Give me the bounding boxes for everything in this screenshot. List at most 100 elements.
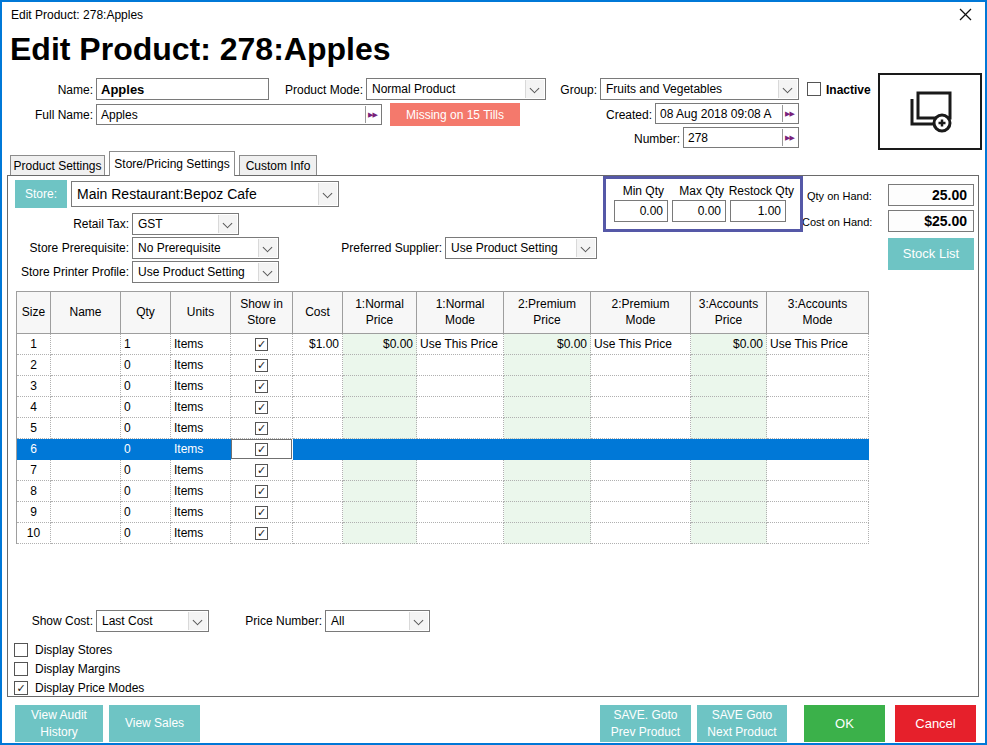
product-image-button[interactable] [878, 73, 982, 150]
grid-cell[interactable]: 9 [17, 502, 51, 523]
table-row[interactable]: 11Items✓$1.00$0.00Use This Price$0.00Use… [17, 334, 869, 355]
min-qty-input[interactable]: 0.00 [614, 200, 668, 222]
display-stores-checkbox[interactable] [14, 643, 28, 657]
grid-cell[interactable] [293, 502, 343, 523]
grid-cell[interactable]: 3 [17, 376, 51, 397]
grid-cell[interactable] [417, 397, 504, 418]
display-price-modes-checkbox[interactable]: ✓ [14, 681, 28, 695]
grid-cell[interactable]: 8 [17, 481, 51, 502]
grid-cell[interactable]: 1 [121, 334, 171, 355]
grid-cell[interactable] [767, 397, 869, 418]
column-header[interactable]: Show in Store [231, 292, 293, 334]
grid-cell[interactable] [691, 376, 767, 397]
grid-cell[interactable] [691, 523, 767, 544]
grid-cell[interactable]: ✓ [231, 502, 293, 523]
grid-cell[interactable] [417, 355, 504, 376]
grid-cell[interactable]: 0 [121, 460, 171, 481]
preferred-supplier-select[interactable]: Use Product Setting [445, 237, 597, 259]
table-row[interactable]: 70Items✓ [17, 460, 869, 481]
grid-cell[interactable]: Items [171, 397, 231, 418]
grid-cell[interactable] [591, 460, 691, 481]
grid-cell[interactable]: ✓ [231, 523, 293, 544]
store-button[interactable]: Store: [15, 180, 67, 208]
table-row[interactable]: 4 0Items ✓ [17, 397, 869, 418]
grid-cell[interactable] [293, 397, 343, 418]
expand-icon[interactable]: ▶▶ [365, 106, 380, 123]
grid-cell[interactable]: 2 [17, 355, 51, 376]
grid-cell[interactable]: 0 [121, 481, 171, 502]
restock-qty-input[interactable]: 1.00 [730, 200, 786, 222]
grid-cell[interactable] [591, 355, 691, 376]
table-row[interactable]: 20Items✓ [17, 355, 869, 376]
grid-cell[interactable] [51, 502, 121, 523]
grid-cell[interactable] [417, 439, 504, 460]
grid-cell[interactable]: 10 [17, 523, 51, 544]
grid-cell[interactable] [767, 481, 869, 502]
retail-tax-select[interactable]: GST [132, 213, 239, 235]
grid-cell[interactable] [691, 439, 767, 460]
grid-cell[interactable] [591, 376, 691, 397]
number-input[interactable]: 278▶▶ [683, 127, 799, 148]
display-margins-checkbox[interactable] [14, 662, 28, 676]
grid-cell[interactable] [767, 523, 869, 544]
grid-cell[interactable] [767, 376, 869, 397]
grid-cell[interactable]: Items [171, 439, 231, 460]
grid-cell[interactable] [767, 502, 869, 523]
grid-cell[interactable]: ✓ [231, 397, 293, 418]
grid-cell[interactable] [767, 418, 869, 439]
show-in-store-checkbox[interactable]: ✓ [255, 359, 268, 372]
column-header[interactable]: 3:Accounts Price [691, 292, 767, 334]
grid-cell[interactable] [343, 355, 417, 376]
grid-cell[interactable] [293, 439, 343, 460]
grid-cell[interactable] [591, 439, 691, 460]
grid-cell[interactable] [504, 481, 591, 502]
grid-cell[interactable] [591, 502, 691, 523]
show-in-store-checkbox[interactable]: ✓ [255, 485, 268, 498]
show-in-store-checkbox[interactable]: ✓ [255, 527, 268, 540]
table-row[interactable]: 50Items✓ [17, 418, 869, 439]
show-in-store-checkbox[interactable]: ✓ [255, 443, 268, 456]
column-header[interactable]: 2:Premium Price [504, 292, 591, 334]
grid-cell[interactable]: 1 [17, 334, 51, 355]
grid-cell[interactable]: 0 [121, 376, 171, 397]
grid-cell[interactable]: Items [171, 502, 231, 523]
grid-cell[interactable] [51, 334, 121, 355]
grid-cell[interactable]: 0 [121, 439, 171, 460]
column-header[interactable]: 2:Premium Mode [591, 292, 691, 334]
grid-cell[interactable]: 4 [17, 397, 51, 418]
grid-cell[interactable] [417, 376, 504, 397]
grid-cell[interactable]: Items [171, 376, 231, 397]
grid-cell[interactable]: Items [171, 334, 231, 355]
grid-cell[interactable] [417, 481, 504, 502]
show-in-store-checkbox[interactable]: ✓ [255, 506, 268, 519]
grid-cell[interactable] [417, 502, 504, 523]
expand-icon[interactable]: ▶▶ [782, 129, 797, 146]
grid-cell[interactable]: ✓ [231, 376, 293, 397]
store-select[interactable]: Main Restaurant:Bepoz Cafe [71, 181, 339, 207]
tab-custom-info[interactable]: Custom Info [239, 155, 317, 176]
grid-cell[interactable] [343, 397, 417, 418]
grid-cell[interactable] [293, 355, 343, 376]
grid-cell[interactable] [293, 376, 343, 397]
created-input[interactable]: 08 Aug 2018 09:08 A▶▶ [655, 103, 799, 124]
table-row[interactable]: 100Items✓ [17, 523, 869, 544]
grid-cell[interactable]: Items [171, 481, 231, 502]
column-header[interactable]: Name [51, 292, 121, 334]
column-header[interactable]: 3:Accounts Mode [767, 292, 869, 334]
grid-cell[interactable] [504, 376, 591, 397]
grid-cell[interactable]: Items [171, 418, 231, 439]
grid-cell[interactable] [51, 397, 121, 418]
grid-cell[interactable] [343, 460, 417, 481]
grid-cell[interactable] [293, 523, 343, 544]
grid-cell[interactable]: 0 [121, 397, 171, 418]
grid-cell[interactable] [691, 502, 767, 523]
grid-cell[interactable] [417, 418, 504, 439]
grid-cell[interactable]: Use This Price [591, 334, 691, 355]
column-header[interactable]: Qty [121, 292, 171, 334]
grid-cell[interactable]: ✓ [231, 481, 293, 502]
show-in-store-checkbox[interactable]: ✓ [255, 401, 268, 414]
grid-cell[interactable] [343, 439, 417, 460]
grid-cell[interactable] [51, 481, 121, 502]
grid-cell[interactable] [51, 418, 121, 439]
save-goto-next-button[interactable]: SAVE Goto Next Product [697, 705, 787, 742]
